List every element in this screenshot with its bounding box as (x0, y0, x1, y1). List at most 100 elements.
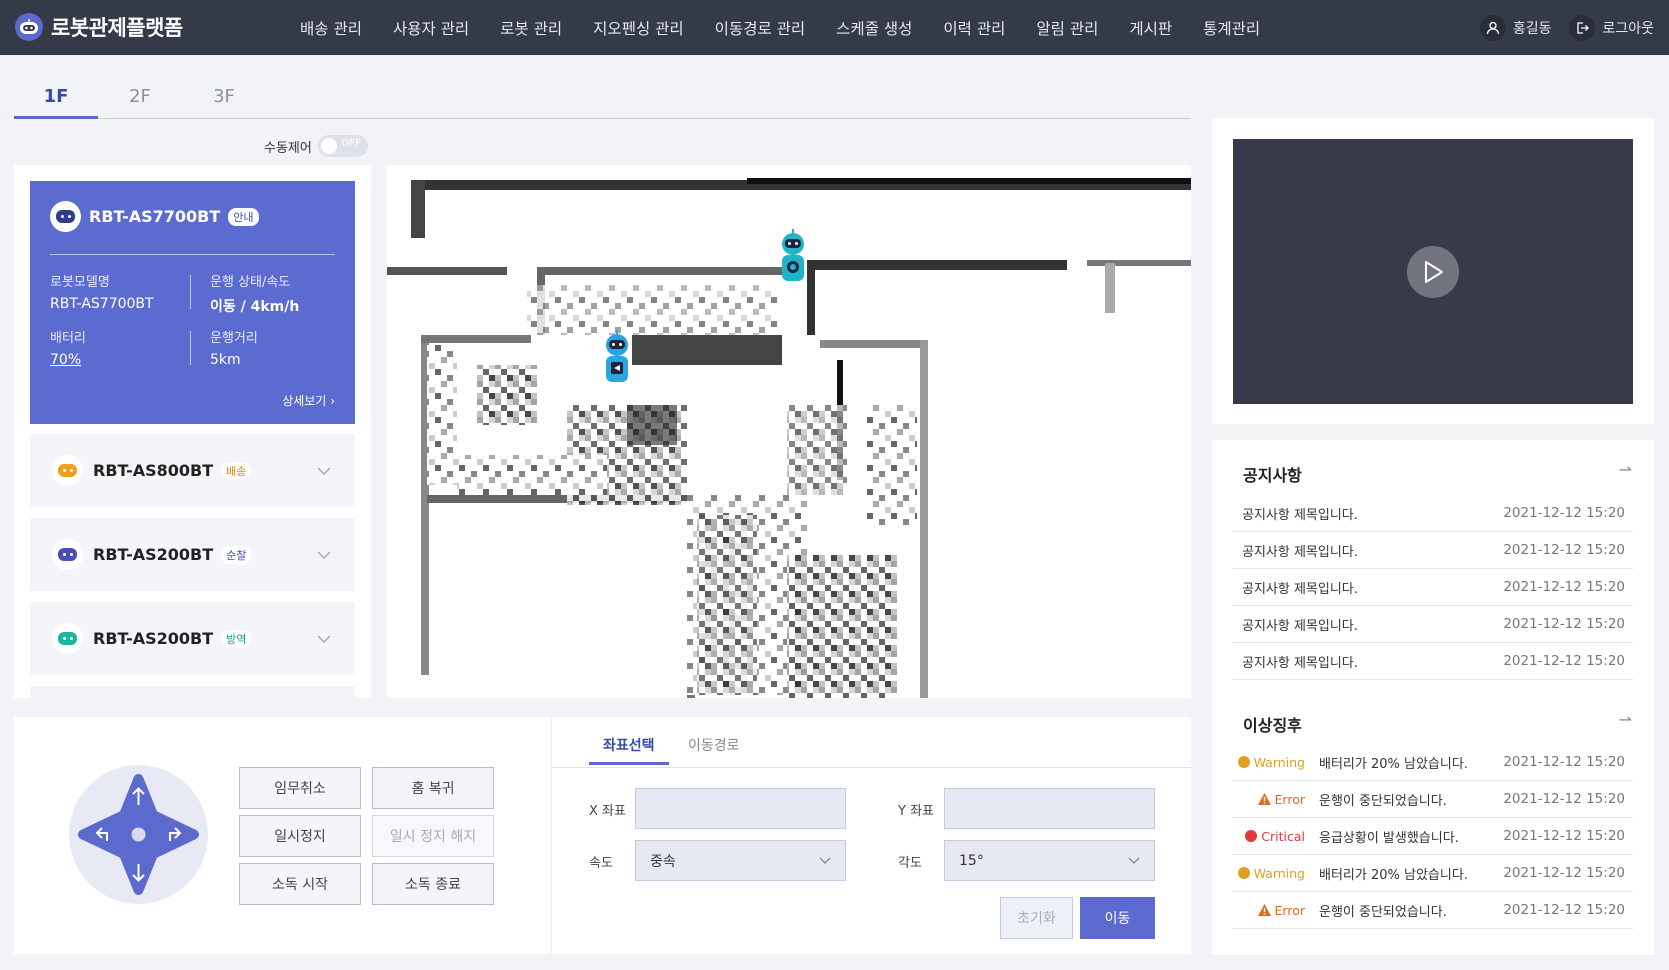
manual-control-toggle[interactable]: OFF (317, 135, 368, 157)
nav-routes[interactable]: 이동경로 관리 (715, 17, 806, 39)
return-home-button[interactable]: 홈 복귀 (372, 767, 494, 809)
divider (190, 275, 191, 309)
anomaly-message: 배터리가 20% 남았습니다. (1319, 867, 1468, 883)
nav-history[interactable]: 이력 관리 (943, 17, 1005, 39)
notice-row[interactable]: 공지사항 제목입니다. 2021-12-12 15:20 (1233, 643, 1633, 680)
direction-joystick[interactable] (69, 765, 208, 904)
video-panel (1212, 118, 1654, 424)
tab-3f[interactable]: 3F (182, 78, 266, 119)
tab-coordinate-select[interactable]: 좌표선택 (589, 735, 669, 765)
app-logo[interactable]: 로봇관제플랫폼 (15, 12, 183, 42)
angle-value: 15° (959, 852, 984, 869)
chevron-down-icon[interactable] (317, 628, 331, 647)
robot-name: RBT-AS200BT (93, 545, 214, 564)
info-panel: 공지사항 ⇀ 공지사항 제목입니다. 2021-12-12 15:20 공지사항 제… (1212, 440, 1654, 955)
anomaly-level-text: Error (1274, 902, 1305, 918)
pause-button[interactable]: 일시정지 (239, 815, 361, 857)
notice-date: 2021-12-12 15:20 (1503, 505, 1625, 521)
notice-row[interactable]: 공지사항 제목입니다. 2021-12-12 15:20 (1233, 606, 1633, 643)
nav-delivery[interactable]: 배송 관리 (300, 17, 362, 39)
notice-row[interactable]: 공지사항 제목입니다. 2021-12-12 15:20 (1233, 532, 1633, 569)
robot-name: RBT-AS800BT (93, 461, 214, 480)
manual-control: 수동제어 OFF (264, 135, 368, 157)
anomaly-row[interactable]: Error 운행이 중단되었습니다. 2021-12-12 15:20 (1233, 892, 1633, 929)
model-value: RBT-AS7700BT (50, 296, 154, 312)
notice-title: 공지사항 제목입니다. (1242, 618, 1358, 634)
notices-more-arrow-icon[interactable]: ⇀ (1619, 460, 1632, 479)
x-coord-label: X 좌표 (589, 804, 626, 819)
user-name: 홍길동 (1512, 20, 1552, 37)
robot-card-selected[interactable]: RBT-AS7700BT 안내 로봇모델명 RBT-AS7700BT 운행 상태… (30, 181, 355, 424)
notice-date: 2021-12-12 15:20 (1503, 616, 1625, 632)
tab-2f[interactable]: 2F (98, 78, 182, 119)
angle-select[interactable]: 15° (944, 840, 1155, 881)
speed-label: 속도 (589, 856, 613, 871)
nav-robots[interactable]: 로봇 관리 (500, 17, 562, 39)
anomaly-row[interactable]: Warning 배터리가 20% 남았습니다. 2021-12-12 15:20 (1233, 855, 1633, 892)
nav-board[interactable]: 게시판 (1129, 17, 1172, 39)
y-coord-input[interactable] (944, 788, 1155, 829)
app-title: 로봇관제플랫폼 (51, 16, 183, 40)
detail-link[interactable]: 상세보기 › (282, 392, 335, 409)
tab-1f[interactable]: 1F (14, 78, 98, 119)
anomaly-level: Warning (1233, 755, 1309, 770)
speed-select[interactable]: 중속 (635, 840, 846, 881)
model-info: 로봇모델명 RBT-AS7700BT (50, 271, 190, 312)
notice-row[interactable]: 공지사항 제목입니다. 2021-12-12 15:20 (1233, 569, 1633, 606)
play-button[interactable] (1407, 246, 1459, 298)
anomalies-title: 이상징후 (1243, 716, 1302, 735)
robot-card-header: RBT-AS7700BT 안내 (50, 201, 335, 232)
anomaly-row[interactable]: Error 운행이 중단되었습니다. 2021-12-12 15:20 (1233, 781, 1633, 818)
nav-schedule[interactable]: 스케줄 생성 (836, 17, 912, 39)
anomaly-row[interactable]: Warning 배터리가 20% 남았습니다. 2021-12-12 15:20 (1233, 744, 1633, 781)
anomaly-level: Error (1233, 903, 1309, 918)
reset-button[interactable]: 초기화 (1000, 897, 1073, 939)
user-profile[interactable]: 홍길동 (1479, 14, 1552, 41)
battery-info: 배터리 70% (50, 327, 190, 368)
critical-dot-icon (1245, 830, 1258, 842)
robot-card-partial[interactable] (30, 686, 355, 698)
status-info: 운행 상태/속도 이동 / 4km/h (210, 271, 350, 316)
resume-button[interactable]: 일시 정지 해지 (372, 815, 494, 857)
disinfection-start-button[interactable]: 소독 시작 (239, 863, 361, 905)
chevron-down-icon[interactable] (317, 460, 331, 479)
nav-statistics[interactable]: 통계관리 (1203, 17, 1260, 39)
notices-title: 공지사항 (1243, 466, 1302, 485)
error-triangle-icon (1257, 793, 1271, 805)
occupancy-grid-map (387, 178, 1191, 698)
joystick-center[interactable] (131, 827, 146, 842)
robot-card[interactable]: RBT-AS200BT 순찰 (30, 518, 355, 591)
distance-label: 운행거리 (210, 331, 258, 346)
anomaly-date: 2021-12-12 15:20 (1503, 865, 1625, 881)
floor-map[interactable] (387, 165, 1191, 698)
robot-card[interactable]: RBT-AS200BT 방역 (30, 602, 355, 675)
floor-tabs: 1F 2F 3F (14, 78, 1191, 119)
robot-card[interactable]: RBT-AS800BT 배송 (30, 434, 355, 507)
notice-date: 2021-12-12 15:20 (1503, 653, 1625, 669)
move-button[interactable]: 이동 (1080, 897, 1155, 939)
top-header: 로봇관제플랫폼 배송 관리 사용자 관리 로봇 관리 지오펜싱 관리 이동경로 … (0, 0, 1669, 55)
chevron-down-icon[interactable] (317, 544, 331, 563)
nav-users[interactable]: 사용자 관리 (393, 17, 469, 39)
divider (50, 254, 335, 255)
anomaly-level-text: Error (1274, 791, 1305, 807)
chevron-right-icon: › (330, 394, 335, 408)
speed-value: 중속 (650, 853, 676, 870)
detail-link-label: 상세보기 (282, 394, 327, 408)
anomaly-level: Error (1233, 792, 1309, 807)
cancel-mission-button[interactable]: 임무취소 (239, 767, 361, 809)
video-player[interactable] (1233, 139, 1633, 404)
nav-geofencing[interactable]: 지오펜싱 관리 (593, 17, 684, 39)
coordinate-panel: 좌표선택 이동경로 X 좌표 Y 좌표 속도 중속 각도 15° 초기화 이동 (552, 717, 1191, 954)
anomaly-level: Warning (1233, 866, 1309, 881)
anomalies-more-arrow-icon[interactable]: ⇀ (1619, 710, 1632, 729)
x-coord-input[interactable] (635, 788, 846, 829)
nav-alerts[interactable]: 알림 관리 (1036, 17, 1098, 39)
notice-date: 2021-12-12 15:20 (1503, 579, 1625, 595)
disinfection-stop-button[interactable]: 소독 종료 (372, 863, 494, 905)
notice-row[interactable]: 공지사항 제목입니다. 2021-12-12 15:20 (1233, 495, 1633, 532)
logout-button[interactable]: 로그아웃 (1569, 14, 1654, 41)
anomaly-row[interactable]: Critical 응급상황이 발생했습니다. 2021-12-12 15:20 (1233, 818, 1633, 855)
tab-route[interactable]: 이동경로 (688, 735, 740, 765)
anomaly-date: 2021-12-12 15:20 (1503, 902, 1625, 918)
